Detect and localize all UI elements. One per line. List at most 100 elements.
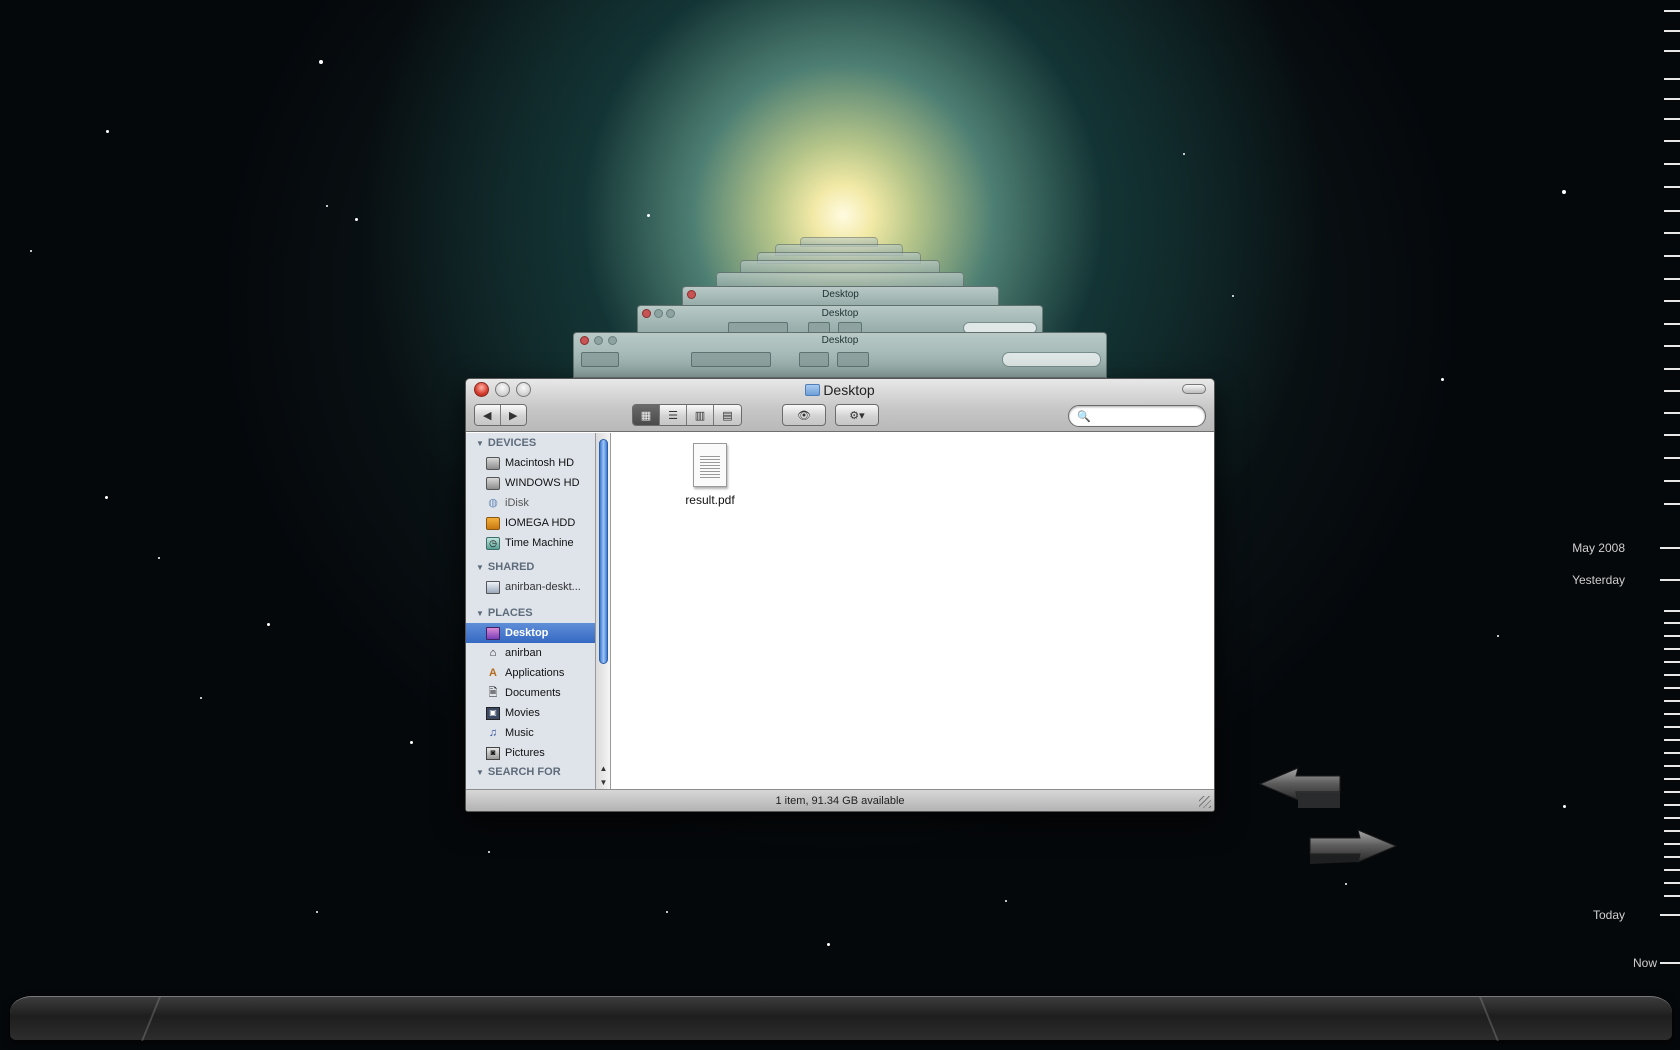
sidebar-item-idisk[interactable]: ◍ iDisk <box>466 493 595 513</box>
timeline-tick[interactable] <box>1664 210 1680 212</box>
past-window-snapshot[interactable]: Desktop <box>573 332 1107 378</box>
timeline-tick[interactable] <box>1664 700 1680 702</box>
sidebar-item-iomega-hdd[interactable]: IOMEGA HDD <box>466 513 595 533</box>
timeline-tick[interactable] <box>1664 739 1680 741</box>
scrollbar-thumb[interactable] <box>599 439 608 664</box>
window-title-text: Desktop <box>823 382 875 398</box>
sidebar-item-time-machine[interactable]: ◷ Time Machine <box>466 533 595 553</box>
timeline-tick[interactable] <box>1664 622 1680 624</box>
timeline-tick[interactable] <box>1664 635 1680 637</box>
column-view-button[interactable]: ▥ <box>687 405 714 425</box>
quick-look-button[interactable]: 👁 <box>782 404 826 426</box>
timeline-tick[interactable] <box>1664 752 1680 754</box>
action-menu-button[interactable]: ⚙▾ <box>835 404 879 426</box>
timeline-tick[interactable] <box>1664 232 1680 234</box>
icon-view-button[interactable]: ▦ <box>633 405 660 425</box>
sidebar-item-anirban[interactable]: ⌂ anirban <box>466 643 595 663</box>
sidebar-section-search-for[interactable]: ▼ SEARCH FOR <box>466 763 595 779</box>
file-item-result-pdf[interactable]: result.pdf <box>670 443 750 507</box>
timeline-tick[interactable] <box>1664 278 1680 280</box>
timeline-tick[interactable] <box>1664 345 1680 347</box>
timeline-tick[interactable] <box>1664 869 1680 871</box>
timeline-tick[interactable] <box>1664 10 1680 12</box>
timeline-label-today[interactable]: Today <box>1515 908 1625 922</box>
timeline-tick-may-2008[interactable] <box>1660 547 1680 549</box>
sidebar-section-places[interactable]: ▼ PLACES <box>466 603 595 623</box>
sidebar-item-applications[interactable]: A Applications <box>466 663 595 683</box>
timeline-tick[interactable] <box>1664 817 1680 819</box>
forward-button[interactable]: ▶ <box>500 405 526 425</box>
sidebar-item-label: Movies <box>505 707 540 719</box>
timeline-tick[interactable] <box>1664 50 1680 52</box>
time-machine-timeline[interactable] <box>1660 0 1680 985</box>
scroll-down-arrow[interactable]: ▼ <box>596 776 611 790</box>
timeline-tick[interactable] <box>1664 687 1680 689</box>
timeline-tick[interactable] <box>1664 503 1680 505</box>
timeline-tick[interactable] <box>1664 804 1680 806</box>
timeline-tick[interactable] <box>1664 843 1680 845</box>
timeline-tick[interactable] <box>1664 648 1680 650</box>
sidebar-item-windows-hd[interactable]: WINDOWS HD <box>466 473 595 493</box>
sidebar-item-music[interactable]: ♫ Music <box>466 723 595 743</box>
cover-flow-view-button[interactable]: ▤ <box>714 405 741 425</box>
sidebar-item-desktop[interactable]: Desktop <box>466 623 595 643</box>
timeline-tick[interactable] <box>1664 830 1680 832</box>
timeline-tick[interactable] <box>1664 882 1680 884</box>
timeline-tick[interactable] <box>1664 856 1680 858</box>
timeline-tick[interactable] <box>1664 791 1680 793</box>
timeline-label-now[interactable]: Now <box>1547 956 1657 970</box>
timeline-tick[interactable] <box>1664 457 1680 459</box>
past-window-snapshot[interactable]: Desktop <box>637 305 1043 335</box>
timeline-tick[interactable] <box>1664 674 1680 676</box>
timeline-tick[interactable] <box>1664 778 1680 780</box>
timeline-tick[interactable] <box>1664 390 1680 392</box>
toolbar-toggle-button[interactable] <box>1182 384 1206 394</box>
timeline-tick[interactable] <box>1664 661 1680 663</box>
timeline-tick[interactable] <box>1664 255 1680 257</box>
back-button[interactable]: ◀ <box>475 405 501 425</box>
timeline-tick[interactable] <box>1664 434 1680 436</box>
timeline-tick[interactable] <box>1664 368 1680 370</box>
sidebar-scrollbar[interactable]: ▲ ▼ <box>596 433 611 790</box>
sidebar-item-anirban-desktop[interactable]: anirban-deskt... <box>466 577 595 597</box>
timeline-tick[interactable] <box>1664 163 1680 165</box>
timeline-tick[interactable] <box>1664 30 1680 32</box>
timeline-tick[interactable] <box>1664 186 1680 188</box>
resize-grip-icon[interactable] <box>1199 796 1211 808</box>
sidebar-item-macintosh-hd[interactable]: Macintosh HD <box>466 453 595 473</box>
timeline-tick[interactable] <box>1664 118 1680 120</box>
timeline-tick[interactable] <box>1664 480 1680 482</box>
timeline-tick[interactable] <box>1664 78 1680 80</box>
past-window-title: Desktop <box>821 308 859 319</box>
sidebar-item-movies[interactable]: ▣ Movies <box>466 703 595 723</box>
timeline-tick-yesterday[interactable] <box>1660 579 1680 581</box>
timeline-tick-now[interactable] <box>1660 962 1680 964</box>
sidebar-item-documents[interactable]: 🗎 Documents <box>466 683 595 703</box>
star <box>355 218 358 221</box>
timeline-label-yesterday[interactable]: Yesterday <box>1515 573 1625 587</box>
back-in-time-arrow-icon[interactable] <box>1258 767 1341 808</box>
movies-icon: ▣ <box>486 706 500 720</box>
file-browser-content[interactable]: result.pdf <box>612 433 1214 790</box>
scroll-up-arrow[interactable]: ▲ <box>596 762 611 776</box>
timeline-tick[interactable] <box>1664 726 1680 728</box>
timeline-label-may-2008[interactable]: May 2008 <box>1515 541 1625 555</box>
timeline-tick[interactable] <box>1664 713 1680 715</box>
list-view-button[interactable]: ☰ <box>660 405 687 425</box>
search-field[interactable]: 🔍 <box>1068 405 1206 427</box>
timeline-tick[interactable] <box>1664 300 1680 302</box>
sidebar-section-devices[interactable]: ▼ DEVICES <box>466 433 595 453</box>
timeline-tick[interactable] <box>1664 412 1680 414</box>
timeline-tick[interactable] <box>1664 98 1680 100</box>
forward-in-time-arrow-icon[interactable] <box>1309 829 1398 864</box>
timeline-tick[interactable] <box>1664 765 1680 767</box>
sidebar-section-shared[interactable]: ▼ SHARED <box>466 557 595 577</box>
timeline-tick[interactable] <box>1664 895 1680 897</box>
timeline-tick-today[interactable] <box>1660 914 1680 916</box>
timeline-tick[interactable] <box>1664 610 1680 612</box>
timeline-tick[interactable] <box>1664 323 1680 325</box>
music-icon: ♫ <box>488 727 498 739</box>
sidebar-item-pictures[interactable]: ◙ Pictures <box>466 743 595 763</box>
search-input[interactable] <box>1094 409 1205 423</box>
timeline-tick[interactable] <box>1664 140 1680 142</box>
